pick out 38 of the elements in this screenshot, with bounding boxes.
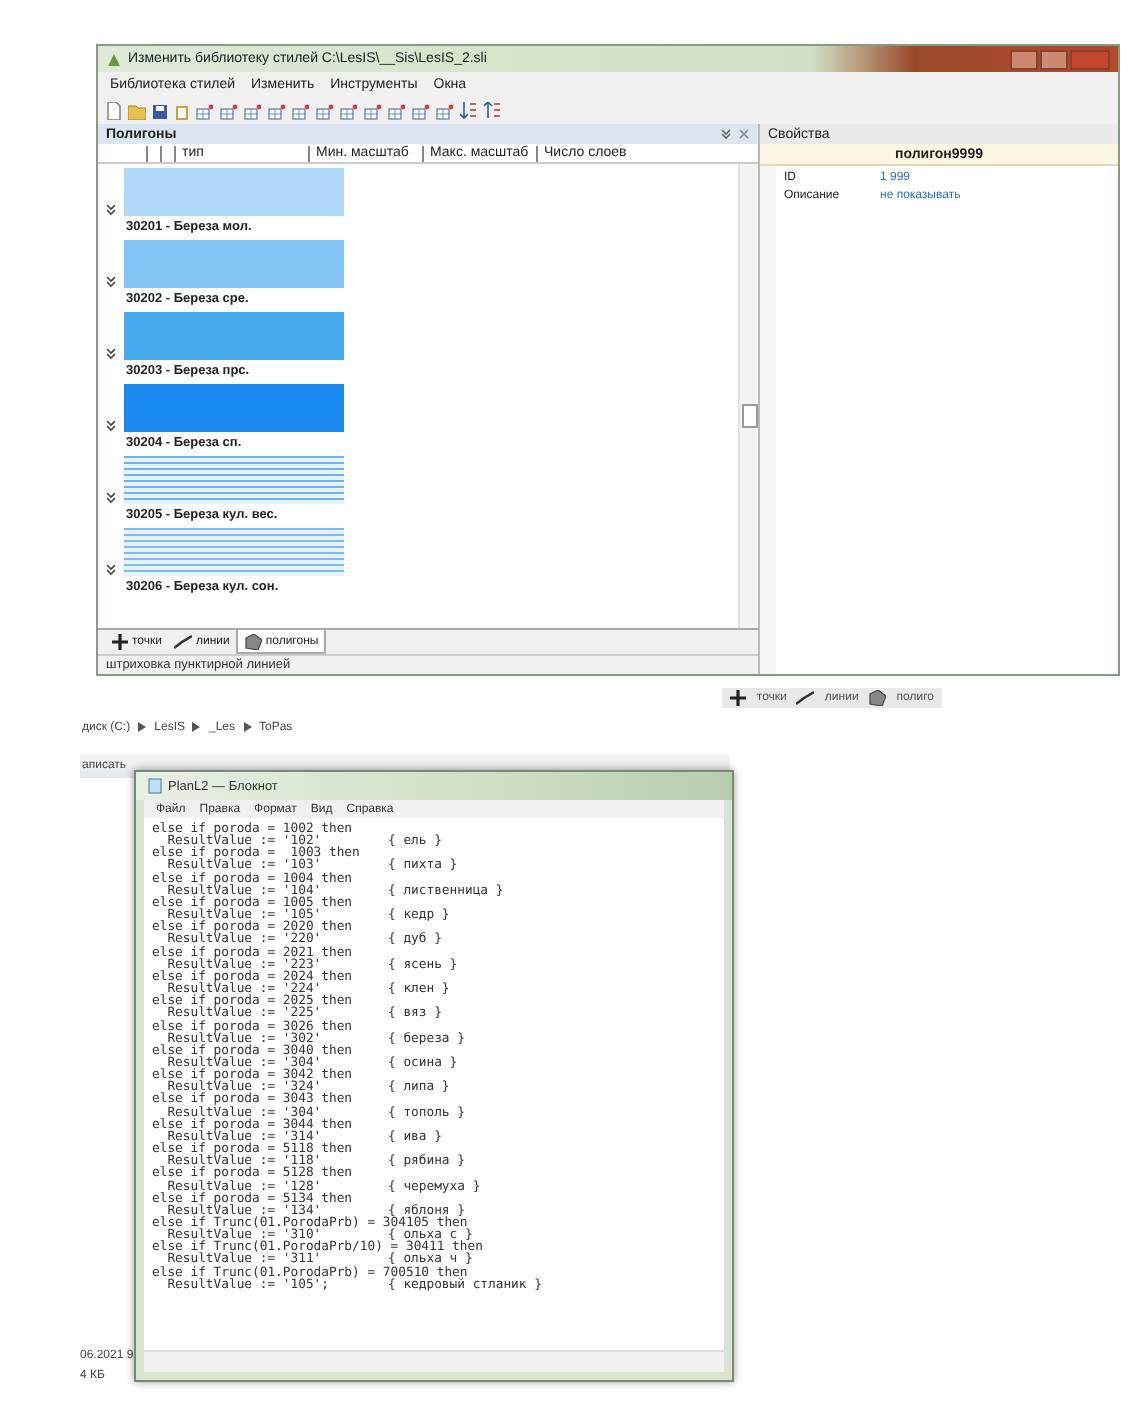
double-chevron-icon[interactable] — [106, 564, 116, 576]
chevron-icon[interactable] — [192, 722, 201, 732]
minimize-button[interactable] — [1010, 49, 1038, 69]
new-document-icon[interactable] — [106, 102, 122, 120]
scrollbar[interactable] — [738, 164, 758, 628]
horizontal-scrollbar[interactable] — [144, 1350, 724, 1372]
double-chevron-icon[interactable] — [106, 420, 116, 432]
double-chevron-icon[interactable] — [106, 276, 116, 288]
app-icon[interactable] — [106, 51, 122, 67]
text-area[interactable] — [144, 818, 724, 1350]
grid-icon[interactable] — [436, 103, 454, 119]
plus-icon — [730, 690, 747, 706]
line-icon — [796, 690, 815, 706]
double-chevron-icon[interactable] — [106, 492, 116, 504]
grid-icon[interactable] — [220, 103, 238, 119]
plus-icon — [112, 634, 128, 650]
grid-icon[interactable] — [412, 103, 430, 119]
grid-icon[interactable] — [268, 103, 286, 119]
scroll-thumb[interactable] — [742, 404, 758, 428]
double-chevron-icon[interactable] — [106, 204, 116, 216]
double-chevron-icon[interactable] — [106, 348, 116, 360]
grid-icon[interactable] — [388, 103, 406, 119]
grid-icon[interactable] — [244, 103, 262, 119]
polygon-icon — [868, 690, 887, 706]
maximize-button[interactable] — [1040, 49, 1068, 69]
grid-icon[interactable] — [364, 103, 382, 119]
chevron-icon[interactable] — [243, 722, 251, 732]
grid-icon[interactable] — [316, 103, 334, 119]
grid-icon[interactable] — [340, 103, 358, 119]
sort-icon[interactable] — [484, 102, 502, 120]
grid-icon[interactable] — [196, 103, 214, 119]
line-icon — [174, 634, 192, 650]
chevron-icon[interactable] — [138, 722, 147, 732]
grid-icon[interactable] — [292, 103, 310, 119]
polygon-icon — [243, 633, 262, 649]
close-icon[interactable] — [738, 128, 750, 140]
sort-icon[interactable] — [460, 102, 478, 120]
save-icon[interactable] — [152, 103, 168, 119]
